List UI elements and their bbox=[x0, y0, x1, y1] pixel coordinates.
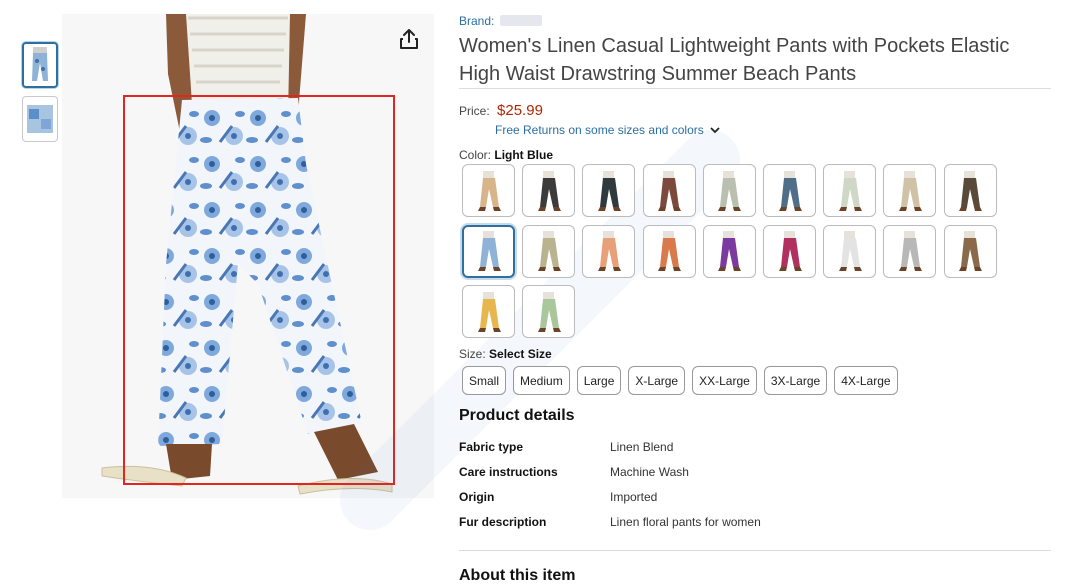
thumbnail-1[interactable] bbox=[22, 42, 58, 88]
share-icon bbox=[400, 29, 418, 49]
selected-size: Select Size bbox=[489, 347, 552, 361]
product-title: Women's Linen Casual Lightweight Pants w… bbox=[459, 35, 1010, 85]
color-label-prefix: Color: bbox=[459, 148, 492, 162]
color-label: Color: Light Blue bbox=[459, 148, 553, 162]
size-label-prefix: Size: bbox=[459, 347, 486, 361]
pants-swatch-image bbox=[658, 231, 682, 271]
pants-swatch-image bbox=[477, 170, 501, 211]
size-x-large-button[interactable]: X-Large bbox=[628, 366, 686, 395]
size-large-button[interactable]: Large bbox=[576, 366, 622, 395]
details-row: Fur description Linen floral pants for w… bbox=[459, 515, 859, 540]
size-options: Small Medium Large X-Large XX-Large 3X-L… bbox=[462, 366, 898, 395]
pants-swatch-image bbox=[597, 170, 621, 211]
color-swatch[interactable] bbox=[642, 164, 696, 217]
color-swatch[interactable] bbox=[522, 224, 576, 278]
details-row: Care instructions Machine Wash bbox=[459, 465, 859, 490]
price-row: Price: $25.99 bbox=[459, 102, 543, 119]
thumbnail-2[interactable] bbox=[22, 96, 58, 142]
details-key: Care instructions bbox=[459, 465, 558, 479]
selected-color: Light Blue bbox=[494, 148, 554, 162]
color-swatch[interactable] bbox=[582, 224, 636, 278]
color-swatch[interactable] bbox=[763, 224, 816, 278]
price-value: $25.99 bbox=[497, 102, 543, 119]
size-xx-large-button[interactable]: XX-Large bbox=[692, 366, 757, 395]
share-button[interactable] bbox=[398, 28, 420, 50]
details-value: Linen floral pants for women bbox=[610, 515, 761, 529]
pants-swatch-image bbox=[898, 231, 922, 271]
pants-swatch-image bbox=[838, 231, 862, 271]
color-swatch[interactable] bbox=[462, 285, 515, 338]
color-swatch[interactable] bbox=[823, 224, 877, 278]
color-swatch[interactable] bbox=[702, 224, 756, 278]
pants-swatch-image bbox=[597, 231, 621, 271]
pants-swatch-image bbox=[537, 231, 561, 271]
free-returns-text: Free Returns on some sizes and colors bbox=[495, 123, 704, 137]
brand-prefix: Brand: bbox=[459, 14, 495, 28]
details-row: Fabric type Linen Blend bbox=[459, 440, 859, 465]
pants-swatch-image bbox=[778, 231, 802, 271]
details-value: Machine Wash bbox=[610, 465, 689, 479]
product-details-table: Fabric type Linen Blend Care instruction… bbox=[459, 440, 859, 540]
pants-thumbnail-image bbox=[32, 47, 48, 81]
about-this-item-heading: About this item bbox=[459, 567, 576, 584]
color-swatch[interactable] bbox=[642, 224, 696, 278]
color-swatch[interactable] bbox=[883, 224, 937, 278]
pants-swatch-image bbox=[718, 170, 742, 211]
product-details-heading: Product details bbox=[459, 407, 575, 424]
color-swatch[interactable] bbox=[943, 164, 997, 217]
thumbnail-strip bbox=[22, 42, 58, 150]
details-key: Fur description bbox=[459, 515, 547, 529]
pants-detail-thumbnail-image bbox=[27, 105, 53, 133]
section-divider bbox=[459, 550, 1051, 551]
size-small-button[interactable]: Small bbox=[462, 366, 507, 395]
highlight-box bbox=[123, 95, 395, 485]
color-swatch[interactable] bbox=[462, 164, 515, 217]
color-swatch[interactable] bbox=[823, 164, 877, 217]
pants-swatch-image bbox=[477, 291, 501, 332]
color-swatch[interactable] bbox=[522, 285, 576, 338]
color-swatch[interactable] bbox=[582, 164, 636, 217]
price-label: Price: bbox=[459, 104, 490, 118]
pants-swatch-image bbox=[718, 231, 742, 271]
pants-swatch-image bbox=[477, 231, 501, 271]
color-swatch[interactable] bbox=[462, 224, 515, 278]
pants-swatch-image bbox=[959, 170, 983, 211]
color-swatch[interactable] bbox=[763, 164, 816, 217]
pants-swatch-image bbox=[959, 231, 983, 271]
details-key: Origin bbox=[459, 490, 495, 504]
size-medium-button[interactable]: Medium bbox=[513, 366, 570, 395]
size-4x-large-button[interactable]: 4X-Large bbox=[834, 366, 898, 395]
pants-swatch-image bbox=[658, 170, 682, 211]
size-label: Size: Select Size bbox=[459, 347, 552, 361]
pants-swatch-image bbox=[537, 170, 561, 211]
color-swatch[interactable] bbox=[943, 224, 997, 278]
pants-swatch-image bbox=[838, 170, 862, 211]
color-swatch[interactable] bbox=[522, 164, 576, 217]
details-row: Origin Imported bbox=[459, 490, 859, 515]
details-value: Imported bbox=[610, 490, 658, 504]
pants-swatch-image bbox=[898, 170, 922, 211]
pants-swatch-image bbox=[778, 170, 802, 211]
color-swatch[interactable] bbox=[883, 164, 937, 217]
brand-name-redacted bbox=[499, 15, 542, 26]
size-3x-large-button[interactable]: 3X-Large bbox=[763, 366, 828, 395]
details-value: Linen Blend bbox=[610, 440, 674, 454]
free-returns-link[interactable]: Free Returns on some sizes and colors bbox=[495, 123, 720, 137]
color-swatch[interactable] bbox=[702, 164, 756, 217]
pants-swatch-image bbox=[537, 291, 561, 332]
details-key: Fabric type bbox=[459, 440, 524, 454]
title-divider bbox=[459, 88, 1051, 89]
chevron-down-icon bbox=[710, 127, 720, 134]
brand-link[interactable]: Brand: bbox=[459, 14, 542, 28]
